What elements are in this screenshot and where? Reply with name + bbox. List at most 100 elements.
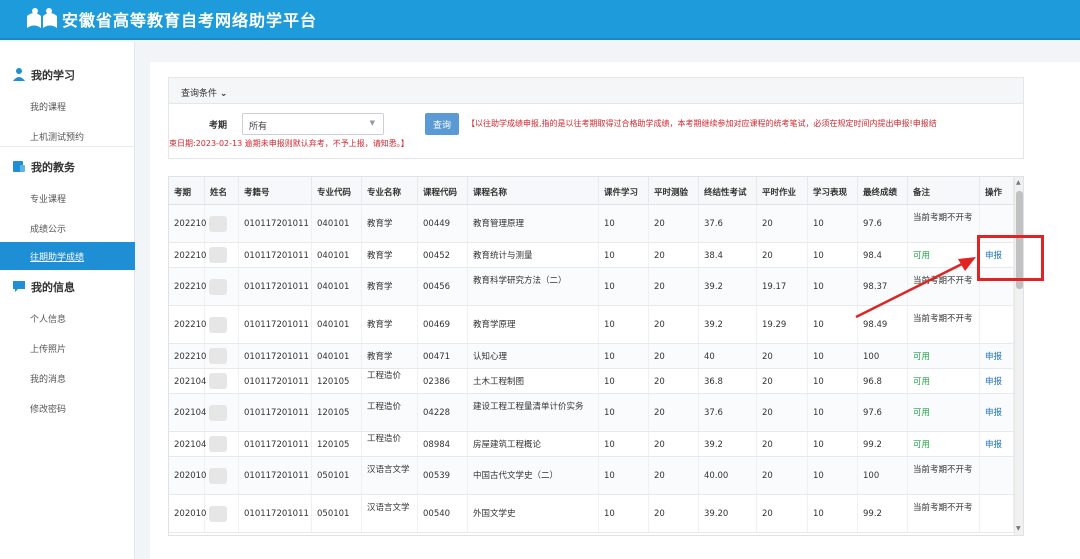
column-header: 考期 <box>169 177 205 205</box>
table-cell: 工程造价 <box>362 369 418 393</box>
table-cell: 教育学 <box>362 344 418 368</box>
cell-text: 040101 <box>317 282 350 292</box>
column-header: 课程名称 <box>468 177 599 205</box>
cell-text: 10 <box>813 408 824 418</box>
table-cell: 040101 <box>312 243 362 267</box>
sidebar-item-my-messages[interactable]: 我的消息 <box>0 364 135 392</box>
table-cell: 10 <box>808 394 858 431</box>
cell-text: 39.2 <box>704 320 723 330</box>
cell-text: 37.6 <box>704 219 723 229</box>
cell-text: 010117201011 <box>244 440 309 450</box>
table-cell: 120105 <box>312 432 362 456</box>
sidebar-group-admin[interactable]: 我的教务 <box>0 153 135 179</box>
cell-text: 20 <box>762 471 773 481</box>
user-icon <box>13 68 25 81</box>
column-header: 学习表现 <box>808 177 858 205</box>
apply-link[interactable]: 申报 <box>985 407 1011 419</box>
table-cell <box>205 432 239 456</box>
table-cell: 20 <box>757 205 808 242</box>
sidebar-item-major-courses[interactable]: 专业课程 <box>0 184 135 212</box>
table-cell[interactable]: 申报 <box>980 432 1014 456</box>
sidebar-item-my-courses[interactable]: 我的课程 <box>0 92 135 120</box>
scroll-up-icon[interactable]: ▲ <box>1016 179 1021 186</box>
cell-text: 40.00 <box>704 471 729 481</box>
table-cell: 010117201011 <box>239 268 312 305</box>
table-cell: 20 <box>757 344 808 368</box>
sidebar-item-past-scores[interactable]: 往期助学成绩 <box>0 242 135 270</box>
sidebar-item-change-password[interactable]: 修改密码 <box>0 394 135 422</box>
table-cell: 00540 <box>418 495 468 532</box>
cell-text: 10 <box>813 377 824 387</box>
scroll-down-icon[interactable]: ▼ <box>1016 525 1021 532</box>
table-cell: 010117201011 <box>239 205 312 242</box>
sidebar-item-label: 修改密码 <box>30 405 67 415</box>
table-cell: 40.00 <box>699 457 757 494</box>
table-cell: 当前考期不开考 <box>908 457 980 494</box>
cell-text: 20 <box>654 408 665 418</box>
sidebar-group-study[interactable]: 我的学习 <box>0 61 135 87</box>
table-cell: 00452 <box>418 243 468 267</box>
redacted-name <box>209 215 227 232</box>
sidebar-group-info[interactable]: 我的信息 <box>0 273 135 299</box>
sidebar-item-upload-photo[interactable]: 上传照片 <box>0 334 135 362</box>
cell-text: 010117201011 <box>244 471 309 481</box>
table-cell[interactable]: 申报 <box>980 394 1014 431</box>
term-select[interactable]: 所有 ▼ <box>242 113 384 135</box>
table-cell[interactable]: 申报 <box>980 369 1014 393</box>
table-cell: 37.6 <box>699 205 757 242</box>
table-cell: 010117201011 <box>239 495 312 532</box>
cell-text: 20 <box>654 320 665 330</box>
table-cell: 99.2 <box>858 495 908 532</box>
cell-text: 教育统计与测量 <box>473 251 533 261</box>
cell-text: 120105 <box>317 377 350 387</box>
table-cell: 04228 <box>418 394 468 431</box>
table-cell: 20 <box>757 394 808 431</box>
cell-text: 08984 <box>423 440 451 450</box>
table-cell: 08984 <box>418 432 468 456</box>
sidebar-item-score-publicity[interactable]: 成绩公示 <box>0 214 135 242</box>
cell-text: 120105 <box>317 408 350 418</box>
cell-text: 202210 <box>174 251 207 261</box>
apply-link[interactable]: 申报 <box>985 439 1011 451</box>
query-panel: 查询条件 ⌄ 考期 所有 ▼ 查询 【以往助学成绩申报,指的是以往考期取得过合格… <box>168 77 1024 159</box>
table-cell: 050101 <box>312 457 362 494</box>
column-header: 课件学习 <box>599 177 649 205</box>
sidebar-group-title: 我的学习 <box>31 69 75 82</box>
table-cell: 20 <box>649 344 699 368</box>
cell-text: 202210 <box>174 282 207 292</box>
cell-text: 19.17 <box>762 282 787 292</box>
table-cell: 040101 <box>312 268 362 305</box>
table-cell: 10 <box>808 495 858 532</box>
cell-text: 10 <box>604 440 615 450</box>
table-cell: 100 <box>858 457 908 494</box>
cell-text: 教育科学研究方法（二） <box>473 276 567 286</box>
cell-text: 050101 <box>317 471 350 481</box>
table-cell: 10 <box>808 369 858 393</box>
table-cell[interactable]: 申报 <box>980 344 1014 368</box>
column-header-label: 平时作业 <box>762 188 797 198</box>
table-cell: 可用 <box>908 369 980 393</box>
apply-link[interactable]: 申报 <box>985 376 1011 388</box>
table-cell: 20 <box>649 268 699 305</box>
table-cell: 00456 <box>418 268 468 305</box>
table-cell: 教育管理原理 <box>468 205 599 242</box>
query-panel-title: 查询条件 ⌄ <box>181 89 228 99</box>
table-cell: 010117201011 <box>239 306 312 343</box>
table-cell: 20 <box>649 205 699 242</box>
cell-text: 00452 <box>423 251 451 261</box>
column-header-label: 课程名称 <box>473 188 508 198</box>
cell-text: 050101 <box>317 509 350 519</box>
cell-text: 20 <box>654 282 665 292</box>
query-button[interactable]: 查询 <box>425 113 459 135</box>
cell-text: 教育管理原理 <box>473 219 525 229</box>
column-header: 课程代码 <box>418 177 468 205</box>
apply-link[interactable]: 申报 <box>985 351 1011 363</box>
sidebar-item-personal-info[interactable]: 个人信息 <box>0 304 135 332</box>
redacted-name <box>209 467 227 484</box>
table-cell: 教育学原理 <box>468 306 599 343</box>
cell-text: 040101 <box>317 219 350 229</box>
table-row: 202210 010117201011 040101 教育学 00449 教育管理原理 10… <box>169 205 1014 243</box>
query-panel-header[interactable]: 查询条件 ⌄ <box>169 78 1023 104</box>
cell-text: 20 <box>654 377 665 387</box>
table-scrollbar[interactable]: ▲ ▼ <box>1014 177 1023 535</box>
